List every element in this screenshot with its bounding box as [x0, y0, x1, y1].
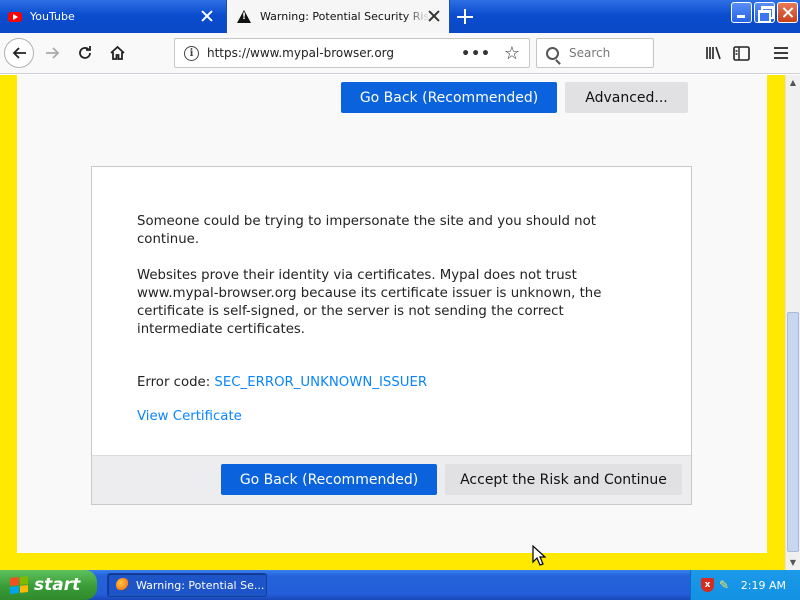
minimize-button[interactable] [731, 2, 752, 23]
sidebar-icon [732, 45, 750, 61]
start-button[interactable]: start [0, 570, 97, 600]
library-button[interactable] [698, 38, 728, 68]
navigation-toolbar: i https://www.mypal-browser.org ••• ☆ Se… [0, 33, 800, 74]
scrollbar-thumb[interactable] [787, 312, 799, 552]
accept-risk-button[interactable]: Accept the Risk and Continue [445, 464, 682, 495]
info-icon[interactable]: i [184, 45, 199, 61]
clock[interactable]: 2:19 AM [741, 579, 786, 592]
browser-icon [116, 578, 130, 592]
error-code-label: Error code: [137, 375, 215, 390]
title-bar: YouTube Warning: Potential Security Risk… [0, 0, 800, 33]
close-window-button[interactable] [777, 2, 798, 23]
taskbar-item-label: Warning: Potential Se... [136, 578, 265, 592]
security-warning-page: Go Back (Recommended) Advanced... Someon… [17, 75, 767, 553]
tab-label: YouTube [30, 10, 75, 23]
reload-icon [79, 46, 91, 59]
close-tab-icon[interactable] [427, 9, 441, 23]
view-certificate-link[interactable]: View Certificate [137, 409, 242, 424]
address-bar[interactable]: i https://www.mypal-browser.org ••• ☆ [174, 38, 530, 68]
go-back-button[interactable]: Go Back (Recommended) [341, 82, 557, 113]
home-icon [109, 45, 125, 60]
search-icon [546, 46, 559, 60]
arrow-right-icon [46, 47, 60, 59]
home-button[interactable] [102, 38, 132, 68]
impersonation-warning-text: Someone could be trying to impersonate t… [137, 214, 596, 247]
sidebar-button[interactable] [726, 38, 756, 68]
tab-label: Warning: Potential Security Risk Ahead [260, 10, 430, 23]
bookmark-star-icon[interactable]: ☆ [504, 43, 520, 64]
error-code-line: Error code: SEC_ERROR_UNKNOWN_ISSUER [137, 375, 427, 390]
page-actions-icon[interactable]: ••• [461, 46, 491, 62]
vertical-scrollbar[interactable]: ▲ ▼ [785, 75, 800, 570]
library-icon [706, 46, 721, 60]
error-code-link[interactable]: SEC_ERROR_UNKNOWN_ISSUER [214, 375, 427, 390]
scroll-down-icon[interactable]: ▼ [786, 555, 800, 570]
start-label: start [34, 575, 81, 595]
mouse-cursor-icon [532, 545, 546, 566]
update-icon[interactable]: ✎ [719, 578, 734, 592]
reload-button[interactable] [70, 38, 100, 68]
hamburger-menu-icon [774, 47, 788, 59]
close-tab-icon[interactable] [200, 9, 214, 23]
system-tray: x ✎ 2:19 AM [690, 570, 800, 600]
advanced-panel: Someone could be trying to impersonate t… [91, 166, 692, 505]
youtube-icon [8, 11, 22, 22]
restore-button[interactable] [754, 2, 775, 23]
scroll-up-icon[interactable]: ▲ [786, 75, 800, 90]
page-viewport: Go Back (Recommended) Advanced... Someon… [0, 75, 785, 570]
warning-icon [237, 10, 251, 23]
security-shield-icon[interactable]: x [701, 578, 714, 592]
advanced-button[interactable]: Advanced... [565, 82, 688, 113]
back-button[interactable] [4, 38, 34, 68]
taskbar: start Warning: Potential Se... x ✎ 2:19 … [0, 570, 800, 600]
menu-button[interactable] [766, 38, 796, 68]
certificate-explanation-text: Websites prove their identity via certif… [137, 268, 602, 337]
tab-youtube[interactable]: YouTube [0, 0, 224, 33]
forward-button[interactable] [38, 38, 68, 68]
tab-security-warning[interactable]: Warning: Potential Security Risk Ahead [226, 0, 450, 33]
arrow-left-icon [12, 47, 26, 59]
search-placeholder: Search [569, 46, 611, 60]
url-text[interactable]: https://www.mypal-browser.org [207, 46, 394, 60]
taskbar-window-item[interactable]: Warning: Potential Se... [107, 573, 267, 597]
windows-logo-icon [10, 576, 28, 594]
panel-footer: Go Back (Recommended) Accept the Risk an… [92, 455, 691, 504]
new-tab-button[interactable] [452, 4, 478, 30]
go-back-button[interactable]: Go Back (Recommended) [221, 464, 437, 495]
search-box[interactable]: Search [536, 38, 654, 68]
